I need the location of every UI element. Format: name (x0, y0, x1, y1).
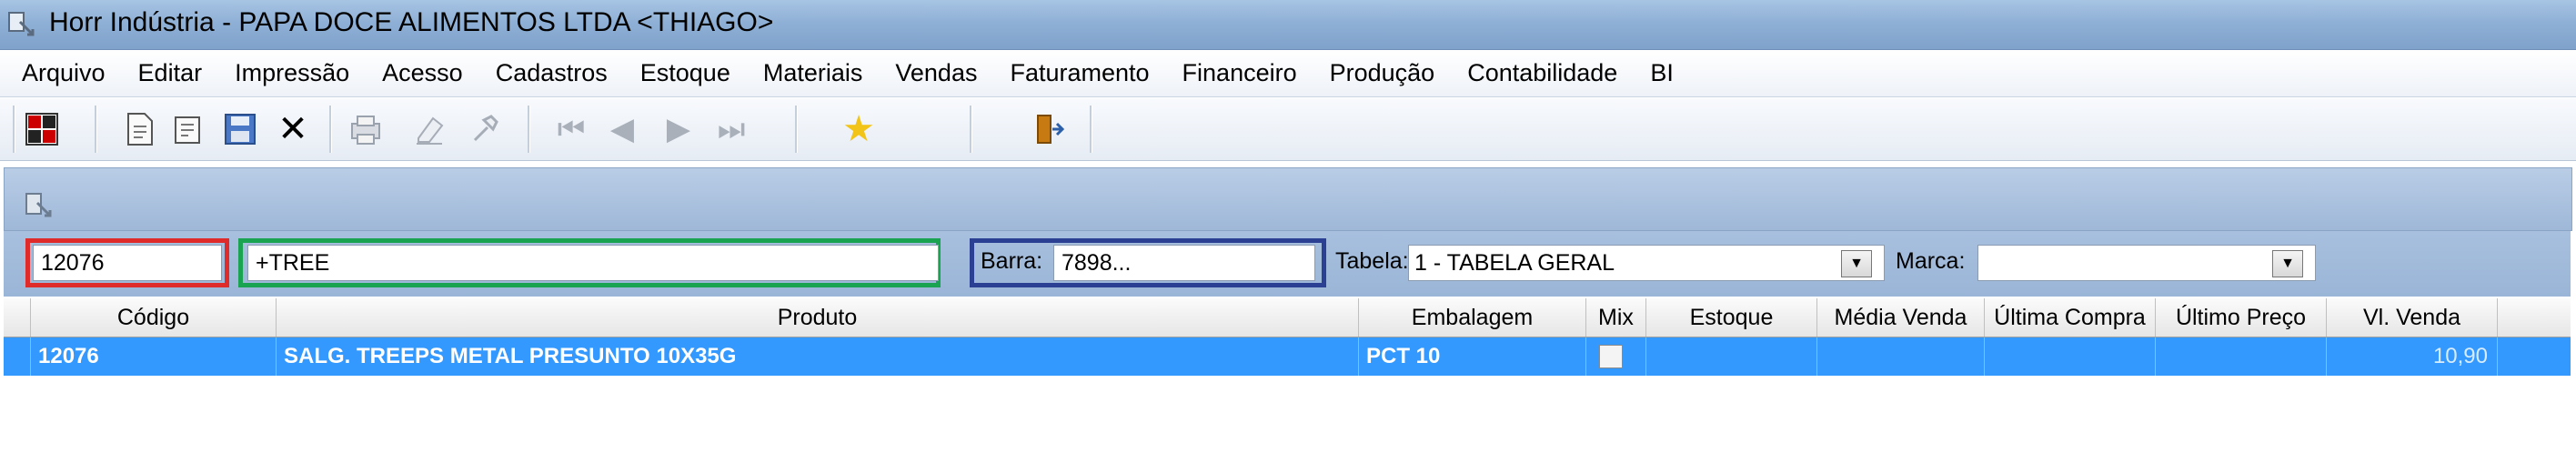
column-header-embalagem[interactable]: Embalagem (1359, 298, 1586, 337)
column-header-vl-venda[interactable]: Vl. Venda (2327, 298, 2498, 337)
tools-icon[interactable] (462, 107, 506, 151)
toolbar-separator (795, 106, 798, 153)
row-indicator (4, 337, 31, 376)
menu-bar: Arquivo Editar Impressão Acesso Cadastro… (0, 50, 2576, 97)
toolbar-separator (528, 106, 530, 153)
menu-faturamento[interactable]: Faturamento (993, 59, 1165, 87)
marca-label: Marca: (1896, 248, 1966, 274)
cell-vl-venda: 10,90 (2327, 337, 2498, 376)
column-header-produto[interactable]: Produto (277, 298, 1359, 337)
next-record-icon[interactable]: ▶ (657, 107, 700, 151)
menu-estoque[interactable]: Estoque (624, 59, 747, 87)
edit-document-icon[interactable] (167, 107, 211, 151)
codigo-input[interactable]: 12076 (33, 245, 222, 281)
column-header-codigo[interactable]: Código (31, 298, 277, 337)
cell-estoque (1646, 337, 1817, 376)
toolbar-separator (1090, 106, 1092, 153)
toolbar: ✕ ⏮ ◀ ▶ ⏭ ★ (0, 98, 2576, 161)
print-icon[interactable] (344, 107, 387, 151)
calculator-icon[interactable] (20, 107, 64, 151)
filter-row: 12076 +TREE Barra: 7898... Tabela: 1 - T… (4, 231, 2571, 297)
first-record-icon[interactable]: ⏮ (549, 107, 593, 151)
exit-door-icon[interactable] (1028, 107, 1072, 151)
produto-input[interactable]: +TREE (247, 245, 939, 281)
tabela-select[interactable]: 1 - TABELA GERAL (1408, 245, 1885, 281)
tabela-label: Tabela: (1335, 248, 1409, 274)
barra-input[interactable]: 7898... (1053, 245, 1315, 281)
product-search-window: 12076 +TREE Barra: 7898... Tabela: 1 - T… (0, 162, 2576, 463)
toolbar-separator (329, 106, 332, 153)
toolbar-separator (95, 106, 97, 153)
app-icon (8, 12, 35, 36)
menu-acesso[interactable]: Acesso (366, 59, 479, 87)
previous-record-icon[interactable]: ◀ (600, 107, 644, 151)
inner-window-header (4, 167, 2572, 231)
menu-contabilidade[interactable]: Contabilidade (1451, 59, 1634, 87)
marca-select[interactable] (1977, 245, 2316, 281)
menu-materiais[interactable]: Materiais (747, 59, 880, 87)
cell-codigo: 12076 (31, 337, 277, 376)
toolbar-separator (13, 106, 15, 153)
menu-arquivo[interactable]: Arquivo (5, 59, 122, 87)
barra-label: Barra: (981, 248, 1043, 274)
cell-media-venda (1817, 337, 1985, 376)
delete-icon[interactable]: ✕ (271, 107, 315, 151)
marca-dropdown-arrow-icon[interactable]: ▼ (2272, 250, 2303, 277)
table-row[interactable]: 12076 SALG. TREEPS METAL PRESUNTO 10X35G… (4, 337, 2571, 376)
menu-cadastros[interactable]: Cadastros (479, 59, 624, 87)
new-document-icon[interactable] (118, 107, 162, 151)
menu-bi[interactable]: BI (1634, 59, 1690, 87)
results-grid-header: Código Produto Embalagem Mix Estoque Méd… (4, 298, 2571, 337)
results-grid-empty-area (4, 376, 2571, 463)
save-icon[interactable] (218, 107, 262, 151)
column-header-media-venda[interactable]: Média Venda (1817, 298, 1985, 337)
column-header-estoque[interactable]: Estoque (1646, 298, 1817, 337)
cell-mix (1586, 337, 1646, 376)
cell-produto: SALG. TREEPS METAL PRESUNTO 10X35G (277, 337, 1359, 376)
column-header-ultimo-preco[interactable]: Último Preço (2156, 298, 2327, 337)
tabela-dropdown-arrow-icon[interactable]: ▼ (1841, 250, 1872, 277)
menu-impressao[interactable]: Impressão (218, 59, 366, 87)
form-icon (25, 193, 52, 217)
window-title-bar: Horr Indústria - PAPA DOCE ALIMENTOS LTD… (0, 0, 2576, 50)
menu-editar[interactable]: Editar (122, 59, 219, 87)
last-record-icon[interactable]: ⏭ (709, 107, 753, 151)
mix-checkbox[interactable] (1599, 345, 1623, 368)
column-header-mix[interactable]: Mix (1586, 298, 1646, 337)
menu-vendas[interactable]: Vendas (879, 59, 993, 87)
column-header-ultima-compra[interactable]: Última Compra (1985, 298, 2156, 337)
cell-embalagem: PCT 10 (1359, 337, 1586, 376)
row-indicator-header (4, 298, 31, 337)
tabela-selected-value: 1 - TABELA GERAL (1414, 250, 1615, 276)
eraser-icon[interactable] (408, 107, 451, 151)
cell-ultimo-preco (2156, 337, 2327, 376)
window-title: Horr Indústria - PAPA DOCE ALIMENTOS LTD… (49, 7, 774, 37)
cell-ultima-compra (1985, 337, 2156, 376)
favorite-star-icon[interactable]: ★ (837, 107, 880, 151)
menu-producao[interactable]: Produção (1313, 59, 1452, 87)
toolbar-separator (970, 106, 972, 153)
menu-financeiro[interactable]: Financeiro (1166, 59, 1313, 87)
